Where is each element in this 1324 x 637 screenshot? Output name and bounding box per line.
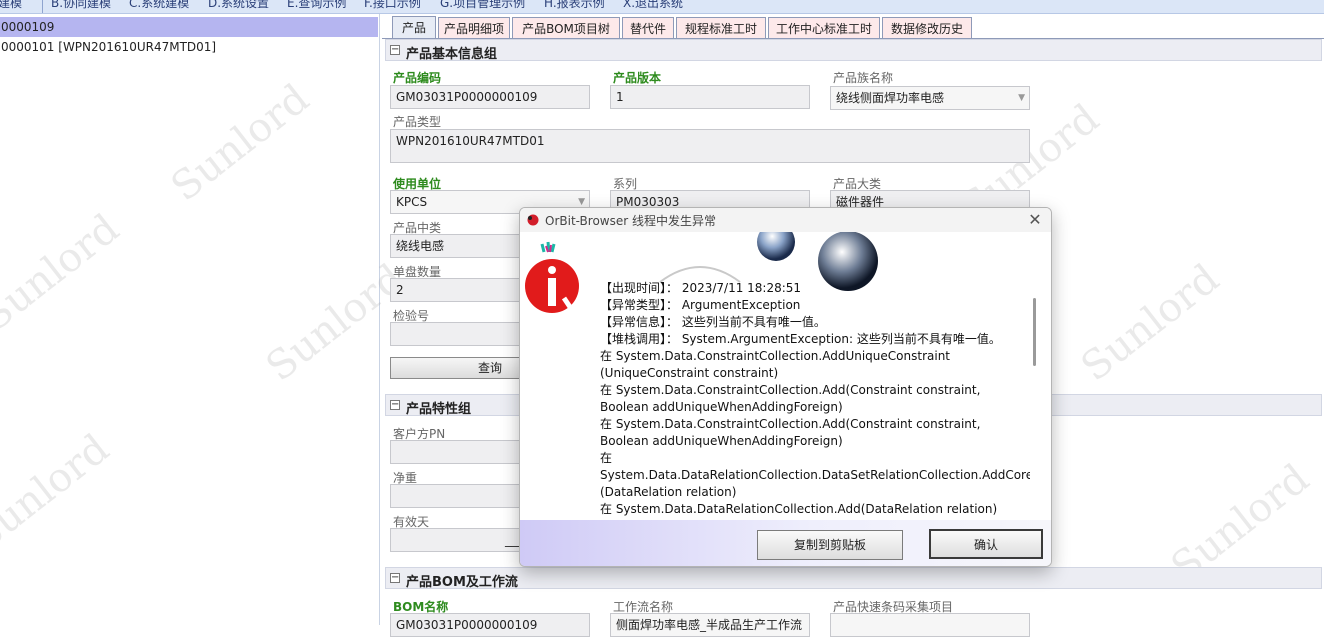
app-icon (527, 214, 539, 226)
workflow-value: 侧面焊功率电感_半成品生产工作流 (616, 618, 803, 632)
product-version-label: 产品版本 (613, 71, 662, 85)
exception-message: 【出现时间】： 2023/7/11 18:28:51 【异常类型】： Argum… (600, 280, 1030, 520)
tab-procedure-time[interactable]: 规程标准工时 (676, 17, 766, 39)
menu-item-modeling[interactable]: 建模 (0, 0, 22, 11)
menu-bar: 建模 B.协同建模 C.系统建模 D.系统设置 E.查询示例 F.接口示例 G.… (0, 0, 1324, 14)
tab-product[interactable]: 产品 (392, 16, 436, 39)
collapse-icon[interactable]: − (390, 400, 400, 410)
section-basic-info[interactable]: − 产品基本信息组 (385, 39, 1322, 62)
message-line: 【异常类型】： ArgumentException (600, 298, 801, 312)
tab-substitute[interactable]: 替代件 (622, 17, 674, 39)
workflow-select[interactable]: 侧面焊功率电感_半成品生产工作流 (610, 613, 810, 637)
family-select[interactable]: 绕线侧面焊功率电感 ▼ (830, 86, 1030, 110)
message-line: 【堆栈调用】： System.ArgumentException: 这些列当前不… (600, 332, 1001, 346)
message-line: (UniqueConstraint constraint) (600, 366, 779, 380)
close-icon[interactable]: ✕ (1025, 210, 1045, 229)
dialog-titlebar: OrBit-Browser 线程中发生异常 ✕ (520, 208, 1051, 232)
tree-node-selected[interactable]: 0000109 (0, 17, 378, 37)
section-title: 产品BOM及工作流 (406, 575, 518, 590)
section-bom-workflow[interactable]: − 产品BOM及工作流 (385, 567, 1322, 590)
message-line: 【出现时间】： 2023/7/11 18:28:51 (600, 281, 802, 295)
copy-to-clipboard-button[interactable]: 复制到剪贴板 (757, 530, 903, 560)
message-line: 【异常信息】： 这些列当前不具有唯一值。 (600, 315, 826, 329)
family-value: 绕线侧面焊功率电感 (836, 91, 945, 105)
message-line: 在 System.Data.DataRelationCollection.Add… (600, 502, 998, 516)
exception-dialog: OrBit-Browser 线程中发生异常 ✕ 【出现时间】： 2023/7/1… (519, 207, 1052, 567)
dialog-footer: 复制到剪贴板 确认 (520, 520, 1051, 566)
section-title: 产品特性组 (406, 402, 472, 417)
tab-product-detail[interactable]: 产品明细项 (438, 17, 510, 39)
menu-item-settings[interactable]: D.系统设置 (208, 0, 269, 11)
product-tree: 0000109 0000101 [WPN201610UR47MTD01] (0, 14, 380, 625)
menu-item-query[interactable]: E.查询示例 (287, 0, 346, 11)
menu-item-interface[interactable]: F.接口示例 (364, 0, 421, 11)
collapse-icon[interactable]: − (390, 573, 400, 583)
menu-item-project[interactable]: G.项目管理示例 (440, 0, 525, 11)
menu-item-exit[interactable]: X.退出系统 (623, 0, 683, 11)
tab-workcenter-time[interactable]: 工作中心标准工时 (768, 17, 880, 39)
chevron-down-icon[interactable]: ▼ (1018, 87, 1025, 109)
message-line: 在 System.Data.ConstraintCollection.Add(C… (600, 383, 981, 397)
tree-node[interactable]: 0000101 [WPN201610UR47MTD01] (0, 37, 216, 57)
dialog-title: OrBit-Browser 线程中发生异常 (545, 214, 716, 228)
menu-item-collab[interactable]: B.协同建模 (51, 0, 111, 11)
type-field[interactable]: WPN201610UR47MTD01 (390, 129, 1030, 163)
message-line: 在 (600, 451, 613, 465)
section-title: 产品基本信息组 (406, 47, 498, 62)
family-label: 产品族名称 (833, 71, 894, 85)
menu-separator (42, 0, 43, 13)
product-version-field[interactable]: 1 (610, 85, 810, 109)
error-logo-icon (525, 241, 579, 318)
tab-history[interactable]: 数据修改历史 (882, 17, 972, 39)
ok-button[interactable]: 确认 (929, 529, 1043, 559)
message-line: Boolean addUniqueWhenAddingForeign) (600, 400, 843, 414)
message-scrollbar[interactable] (1031, 280, 1041, 518)
message-line: 在 System.Data.ConstraintCollection.Add(C… (600, 417, 981, 431)
message-line: (DataRelation relation) (600, 485, 737, 499)
tab-bom-tree[interactable]: 产品BOM项目树 (512, 17, 620, 39)
watermark: Sunlord (1072, 255, 1228, 391)
product-code-field[interactable]: GM03031P0000000109 (390, 85, 590, 109)
message-line: 在 System.Data.ConstraintCollection.AddUn… (600, 349, 951, 363)
menu-item-report[interactable]: H.报表示例 (544, 0, 605, 11)
menu-item-system-model[interactable]: C.系统建模 (129, 0, 189, 11)
unit-value: KPCS (396, 195, 428, 209)
message-line: System.Data.DataRelationCollection.DataS… (600, 468, 1030, 482)
collapse-icon[interactable]: − (390, 45, 400, 55)
product-code-label: 产品编码 (393, 71, 442, 85)
message-line: Boolean addUniqueWhenAddingForeign) (600, 434, 843, 448)
barcode-select[interactable] (830, 613, 1030, 637)
bom-field[interactable]: GM03031P0000000109 (390, 613, 590, 637)
type-label: 产品类型 (393, 115, 442, 129)
scrollbar-thumb[interactable] (1033, 298, 1036, 366)
